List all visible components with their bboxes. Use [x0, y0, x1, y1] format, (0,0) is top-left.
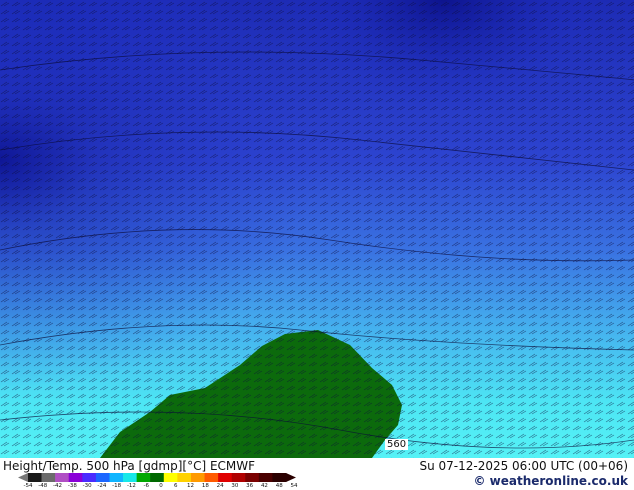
colorbar-ticks: -54 -48 -42 -38 -30 -24 -18 -12 -6 0 6 12 18 24 30 36 42…	[24, 483, 298, 490]
colorbar-tick-label: 12	[187, 483, 195, 489]
colorbar-tick-label: -48	[38, 483, 48, 489]
colorbar-tick-label: 18	[201, 483, 209, 489]
temperature-colorbar	[18, 473, 296, 482]
colorbar-tick-label: -24	[97, 483, 107, 489]
colorbar-swatch	[82, 473, 97, 482]
contour-label-560: 560	[385, 439, 409, 450]
colorbar-swatch	[245, 473, 260, 482]
colorbar-tick-label: -30	[82, 483, 92, 489]
colorbar-swatch	[28, 473, 42, 482]
colorbar-swatch	[177, 473, 192, 482]
colorbar-swatch	[258, 473, 273, 482]
colorbar-swatch	[68, 473, 83, 482]
colorbar-tick-label: -42	[53, 483, 63, 489]
colorbar-swatch	[150, 473, 165, 482]
colorbar-swatch	[123, 473, 137, 482]
colorbar-arrow-right	[286, 473, 296, 482]
colorbar-tick-label: 54	[290, 483, 298, 489]
map-view: 560 Height/Temp. 500 hPa [gdmp][°C] ECMW…	[0, 0, 634, 490]
colorbar-tick-label: -54	[23, 483, 33, 489]
colorbar-tick-label: 6	[174, 483, 178, 489]
colorbar-tick-label: -38	[67, 483, 77, 489]
colorbar-swatch	[95, 473, 110, 482]
wind-barb-field	[0, 0, 634, 458]
colorbar-swatch	[204, 473, 219, 482]
colorbar-swatch	[41, 473, 56, 482]
colorbar-swatch	[109, 473, 124, 482]
colorbar-tick-label: -12	[126, 483, 136, 489]
colorbar-tick-label: 30	[231, 483, 239, 489]
colorbar-tick-label: 36	[246, 483, 254, 489]
credit-link[interactable]: © weatheronline.co.uk	[473, 474, 628, 488]
colorbar-swatch	[136, 473, 151, 482]
colorbar-tick-label: -6	[143, 483, 149, 489]
colorbar-swatch	[272, 473, 287, 482]
colorbar-arrow-left	[18, 473, 28, 482]
colorbar-tick-label: 0	[159, 483, 163, 489]
map-footer: Height/Temp. 500 hPa [gdmp][°C] ECMWF Su…	[0, 458, 634, 490]
colorbar-swatch	[231, 473, 246, 482]
map-datetime: Su 07-12-2025 06:00 UTC (00+06)	[419, 459, 628, 473]
colorbar-swatch	[218, 473, 232, 482]
colorbar-tick-label: 42	[260, 483, 268, 489]
colorbar-tick-label: 24	[216, 483, 224, 489]
colorbar-swatch	[163, 473, 178, 482]
colorbar-swatch	[55, 473, 70, 482]
map-title: Height/Temp. 500 hPa [gdmp][°C] ECMWF	[3, 459, 256, 473]
colorbar-tick-label: 48	[275, 483, 283, 489]
colorbar-tick-label: -18	[112, 483, 122, 489]
weather-map	[0, 0, 634, 458]
colorbar-swatch	[190, 473, 205, 482]
